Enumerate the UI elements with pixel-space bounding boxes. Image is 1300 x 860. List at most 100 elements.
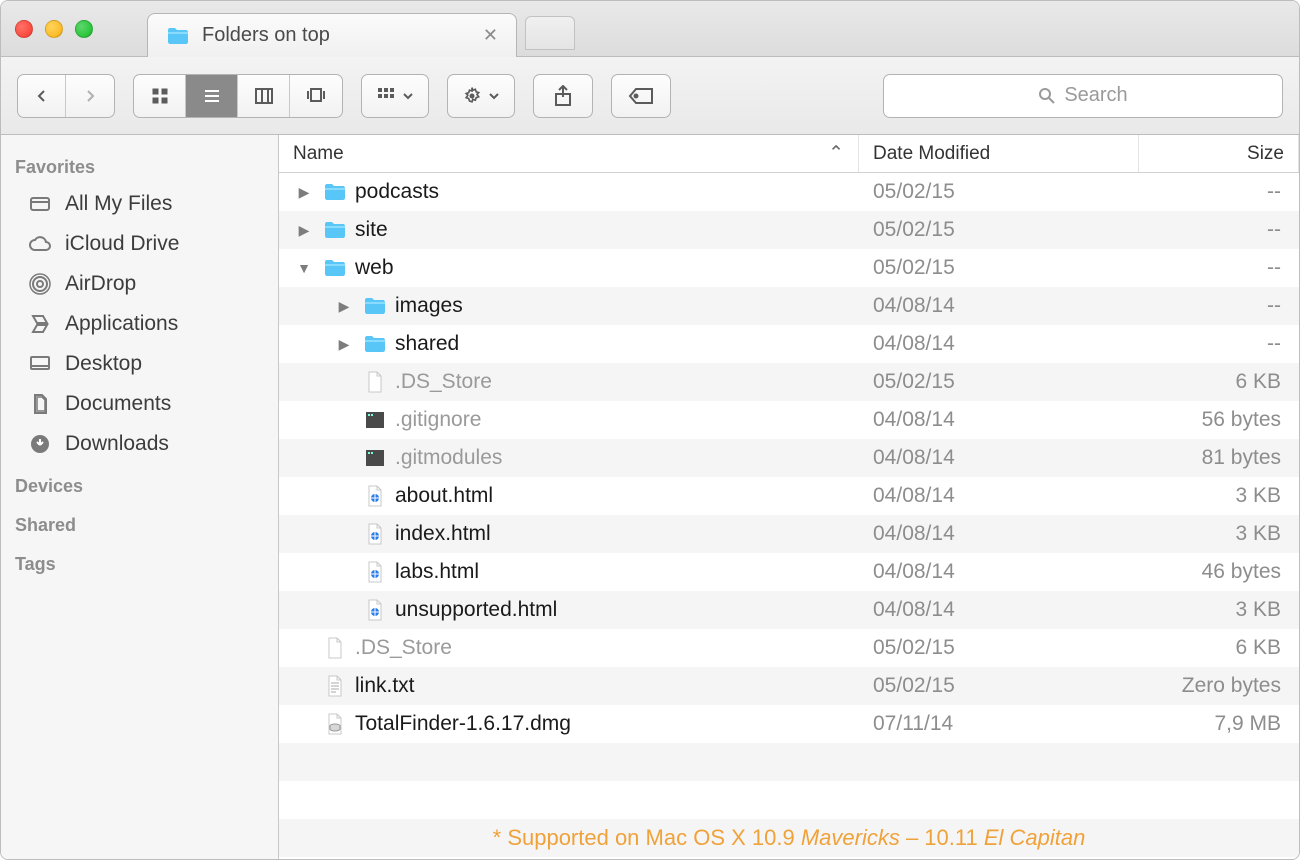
file-size: --: [1139, 294, 1299, 318]
sidebar-item[interactable]: Desktop: [1, 344, 278, 384]
file-date: 04/08/14: [859, 294, 1139, 318]
disclosure-triangle-icon[interactable]: ▶: [333, 336, 355, 353]
column-size[interactable]: Size: [1139, 135, 1299, 172]
share-button[interactable]: [533, 74, 593, 118]
sidebar-item[interactable]: iCloud Drive: [1, 224, 278, 264]
arrange-button[interactable]: [361, 74, 429, 118]
close-tab-icon[interactable]: ✕: [483, 25, 498, 46]
file-name: unsupported.html: [395, 598, 557, 622]
back-button[interactable]: [18, 75, 66, 117]
file-row[interactable]: .gitignore04/08/1456 bytes: [279, 401, 1299, 439]
file-date: 05/02/15: [859, 370, 1139, 394]
sidebar-item[interactable]: Downloads: [1, 424, 278, 464]
file-row[interactable]: ▶podcasts05/02/15--: [279, 173, 1299, 211]
dmg-icon: [323, 712, 347, 736]
file-list: Name ⌃ Date Modified Size ▶ podcasts 05/02…: [279, 135, 1299, 859]
dark-icon: [363, 408, 387, 432]
tab-active[interactable]: Folders on top ✕: [147, 13, 517, 57]
file-name: TotalFinder-1.6.17.dmg: [355, 712, 571, 736]
column-view-button[interactable]: [238, 75, 290, 117]
file-size: 3 KB: [1139, 522, 1299, 546]
folder-icon: [363, 332, 387, 356]
sidebar-item[interactable]: AirDrop: [1, 264, 278, 304]
file-date: 07/11/14: [859, 712, 1139, 736]
nav-buttons: [17, 74, 115, 118]
airdrop-icon: [27, 271, 53, 297]
file-size: 6 KB: [1139, 370, 1299, 394]
file-row[interactable]: .gitmodules04/08/1481 bytes: [279, 439, 1299, 477]
sidebar-item[interactable]: Documents: [1, 384, 278, 424]
sidebar-section-title: Shared: [1, 503, 278, 542]
disclosure-triangle-icon[interactable]: ▶: [293, 184, 315, 201]
file-row[interactable]: link.txt 05/02/15Zero bytes: [279, 667, 1299, 705]
column-date-modified[interactable]: Date Modified: [859, 135, 1139, 172]
file-name: link.txt: [355, 674, 415, 698]
file-size: --: [1139, 332, 1299, 356]
html-icon: [363, 560, 387, 584]
column-name[interactable]: Name ⌃: [279, 135, 859, 172]
search-field[interactable]: Search: [883, 74, 1283, 118]
file-date: 05/02/15: [859, 180, 1139, 204]
sidebar-item-label: Desktop: [65, 352, 142, 376]
file-row[interactable]: ▶site05/02/15--: [279, 211, 1299, 249]
file-name: web: [355, 256, 394, 280]
file-row[interactable]: ▶ images 04/08/14--: [279, 287, 1299, 325]
sidebar-item-label: AirDrop: [65, 272, 136, 296]
minimize-button[interactable]: [45, 20, 63, 38]
file-name: podcasts: [355, 180, 439, 204]
tab-strip: Folders on top ✕: [147, 1, 575, 56]
new-tab-button[interactable]: [525, 16, 575, 50]
file-row[interactable]: .DS_Store 05/02/156 KB: [279, 363, 1299, 401]
disclosure-triangle-icon[interactable]: ▶: [333, 298, 355, 315]
file-name: .DS_Store: [355, 636, 452, 660]
file-row[interactable]: labs.html04/08/1446 bytes: [279, 553, 1299, 591]
close-button[interactable]: [15, 20, 33, 38]
disclosure-triangle-icon[interactable]: ▼: [293, 260, 315, 276]
file-size: --: [1139, 256, 1299, 280]
blank-icon: [363, 370, 387, 394]
empty-row: [279, 781, 1299, 819]
forward-button[interactable]: [66, 75, 114, 117]
folder-icon: [363, 294, 387, 318]
desktop-icon: [27, 351, 53, 377]
disclosure-triangle-icon[interactable]: ▶: [293, 222, 315, 239]
tags-button[interactable]: [611, 74, 671, 118]
cloud-icon: [27, 231, 53, 257]
view-mode-buttons: [133, 74, 343, 118]
file-date: 05/02/15: [859, 256, 1139, 280]
file-date: 04/08/14: [859, 484, 1139, 508]
file-row[interactable]: about.html04/08/143 KB: [279, 477, 1299, 515]
dark-icon: [363, 446, 387, 470]
file-date: 05/02/15: [859, 674, 1139, 698]
file-row[interactable]: ▼ web 05/02/15--: [279, 249, 1299, 287]
file-row[interactable]: unsupported.html04/08/143 KB: [279, 591, 1299, 629]
list-view-button[interactable]: [186, 75, 238, 117]
folder-icon: [323, 180, 347, 204]
sidebar-item-label: Applications: [65, 312, 178, 336]
sidebar-item[interactable]: All My Files: [1, 184, 278, 224]
sidebar-item-label: iCloud Drive: [65, 232, 179, 256]
file-row[interactable]: TotalFinder-1.6.17.dmg 07/11/147,9 MB: [279, 705, 1299, 743]
file-size: --: [1139, 218, 1299, 242]
file-row[interactable]: index.html04/08/143 KB: [279, 515, 1299, 553]
file-size: 3 KB: [1139, 484, 1299, 508]
icon-view-button[interactable]: [134, 75, 186, 117]
file-size: 6 KB: [1139, 636, 1299, 660]
file-name: shared: [395, 332, 459, 356]
sidebar-item[interactable]: Applications: [1, 304, 278, 344]
file-date: 04/08/14: [859, 446, 1139, 470]
maximize-button[interactable]: [75, 20, 93, 38]
column-headers: Name ⌃ Date Modified Size: [279, 135, 1299, 173]
file-size: 3 KB: [1139, 598, 1299, 622]
file-row[interactable]: .DS_Store05/02/156 KB: [279, 629, 1299, 667]
file-row[interactable]: ▶shared04/08/14--: [279, 325, 1299, 363]
file-name: images: [395, 294, 463, 318]
file-date: 04/08/14: [859, 408, 1139, 432]
file-name: .DS_Store: [395, 370, 492, 394]
action-button[interactable]: [447, 74, 515, 118]
file-size: Zero bytes: [1139, 674, 1299, 698]
coverflow-view-button[interactable]: [290, 75, 342, 117]
tab-title: Folders on top: [202, 24, 330, 47]
file-size: 56 bytes: [1139, 408, 1299, 432]
file-size: 7,9 MB: [1139, 712, 1299, 736]
